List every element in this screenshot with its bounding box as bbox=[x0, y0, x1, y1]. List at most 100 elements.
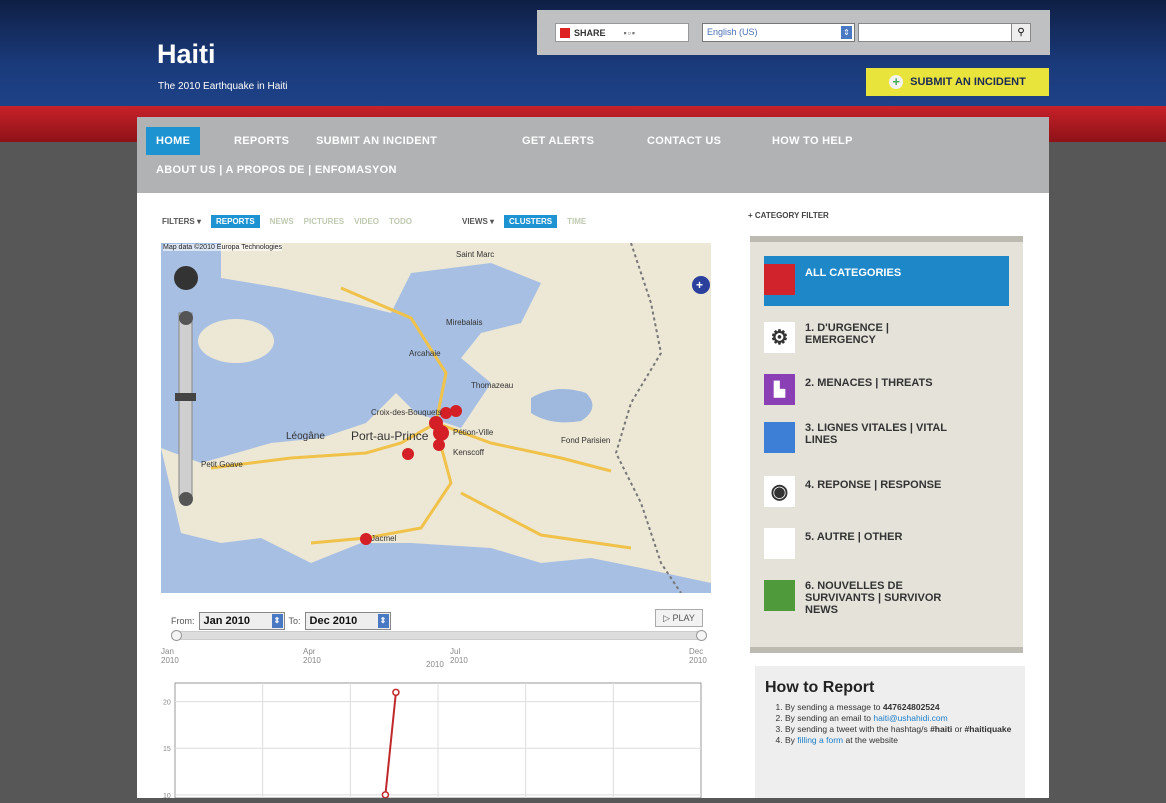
filters-row: FILTERS ▾ REPORTS NEWS PICTURES VIDEO TO… bbox=[162, 215, 586, 228]
nav-about-us[interactable]: ABOUT US | A PROPOS DE | ENFOMASYON bbox=[156, 164, 397, 176]
list-item: By sending a message to 447624802524 bbox=[785, 702, 1025, 713]
step-text: By sending a tweet with the hashtag/s bbox=[785, 724, 931, 734]
category-other[interactable]: 5. AUTRE | OTHER bbox=[764, 528, 1009, 559]
play-button[interactable]: ▷ PLAY bbox=[655, 609, 703, 627]
slider-handle-start[interactable] bbox=[171, 630, 182, 641]
category-swatch bbox=[764, 422, 795, 453]
view-time[interactable]: TIME bbox=[567, 217, 586, 226]
category-vital-lines[interactable]: 3. LIGNES VITALES | VITAL LINES bbox=[764, 422, 1009, 453]
timeline-slider[interactable] bbox=[171, 630, 707, 641]
search-input[interactable] bbox=[858, 23, 1016, 42]
hashtag: #haitiquake bbox=[964, 724, 1012, 734]
nav-home[interactable]: HOME bbox=[146, 127, 201, 155]
category-survivor-news[interactable]: 6. NOUVELLES DE SURVIVANTS | SURVIVOR NE… bbox=[764, 580, 1009, 616]
nav-how-to-help[interactable]: HOW TO HELP bbox=[772, 135, 853, 147]
map[interactable]: Port-au-Prince Léogâne Croix-des-Bouquet… bbox=[161, 243, 711, 593]
tick-month: Jan bbox=[161, 647, 174, 656]
timeline-chart-svg: 20 15 10 bbox=[163, 682, 702, 800]
category-all[interactable]: ALL CATEGORIES bbox=[764, 264, 1009, 295]
views-label-text: VIEWS bbox=[462, 217, 488, 226]
view-clusters[interactable]: CLUSTERS bbox=[504, 215, 558, 228]
category-label: 1. D'URGENCE | EMERGENCY bbox=[805, 322, 889, 346]
step-text: By sending an email to bbox=[785, 713, 874, 723]
filter-reports[interactable]: REPORTS bbox=[211, 215, 260, 228]
filter-news[interactable]: NEWS bbox=[270, 217, 294, 226]
language-select[interactable]: English (US) ⇕ bbox=[702, 23, 855, 42]
report-marker[interactable] bbox=[433, 425, 449, 441]
report-marker[interactable] bbox=[433, 439, 445, 451]
report-marker[interactable] bbox=[440, 407, 452, 419]
step-text: By bbox=[785, 735, 798, 745]
report-marker[interactable] bbox=[402, 448, 414, 460]
zoom-handle[interactable] bbox=[175, 393, 196, 401]
map-label: Arcahaie bbox=[409, 349, 441, 358]
how-to-report-box: How to Report By sending a message to 44… bbox=[755, 666, 1025, 798]
timeline-tick: Jan 2010 bbox=[161, 647, 179, 665]
submit-incident-button[interactable]: + SUBMIT AN INCIDENT bbox=[866, 68, 1049, 96]
views-label: VIEWS ▾ bbox=[462, 217, 494, 226]
tick-year: 2010 bbox=[303, 656, 321, 665]
report-marker[interactable] bbox=[450, 405, 462, 417]
map-canvas[interactable]: Port-au-Prince Léogâne Croix-des-Bouquet… bbox=[161, 243, 711, 593]
how-to-report-title: How to Report bbox=[765, 679, 875, 696]
chart-icon: ▙ bbox=[764, 374, 795, 405]
site-title[interactable]: Haiti bbox=[157, 39, 216, 70]
category-label: 5. AUTRE | OTHER bbox=[805, 531, 903, 543]
category-response[interactable]: ◉ 4. REPONSE | RESPONSE bbox=[764, 476, 1009, 507]
nav-contact-us[interactable]: CONTACT US bbox=[647, 135, 721, 147]
from-select[interactable]: Jan 2010 ⇕ bbox=[198, 612, 285, 630]
category-label: 2. MENACES | THREATS bbox=[805, 377, 933, 389]
filter-pictures[interactable]: PICTURES bbox=[304, 217, 344, 226]
zoom-out-icon[interactable] bbox=[179, 492, 193, 506]
map-label: Jacmel bbox=[371, 534, 397, 543]
tick-month: Apr bbox=[303, 647, 316, 656]
to-label: To: bbox=[288, 616, 301, 626]
share-button[interactable]: SHARE ▪▫▪ bbox=[555, 23, 689, 42]
dropdown-arrow-icon: ▾ bbox=[196, 217, 201, 226]
category-label: 6. NOUVELLES DE SURVIVANTS | SURVIVOR NE… bbox=[805, 580, 942, 616]
map-add-glyph: + bbox=[696, 278, 703, 292]
email-link[interactable]: haiti@ushahidi.com bbox=[873, 713, 947, 723]
map-label: Croix-des-Bouquets bbox=[371, 408, 442, 417]
tick-month: Dec bbox=[689, 647, 704, 656]
to-select[interactable]: Dec 2010 ⇕ bbox=[304, 612, 391, 630]
map-label: Pétion-Ville bbox=[453, 428, 494, 437]
how-to-report-list: By sending a message to 447624802524 By … bbox=[769, 702, 1025, 746]
timeline-chart: 20 15 10 bbox=[161, 675, 711, 800]
dropdown-arrow-icon: ▾ bbox=[490, 217, 495, 226]
step-text: at the website bbox=[843, 735, 898, 745]
zoom-in-icon[interactable] bbox=[179, 311, 193, 325]
map-label: Kenscoff bbox=[453, 448, 485, 457]
nav-submit-incident[interactable]: SUBMIT AN INCIDENT bbox=[316, 135, 437, 147]
category-swatch bbox=[764, 528, 795, 559]
y-tick-label: 15 bbox=[163, 746, 171, 753]
step-text: or bbox=[952, 724, 965, 734]
category-panel: ALL CATEGORIES ⚙ 1. D'URGENCE | EMERGENC… bbox=[750, 236, 1023, 653]
filter-todo[interactable]: TODO bbox=[389, 217, 412, 226]
nav-reports[interactable]: REPORTS bbox=[234, 135, 289, 147]
form-link[interactable]: filling a form bbox=[797, 735, 843, 745]
category-label: 3. LIGNES VITALES | VITAL LINES bbox=[805, 422, 947, 446]
sms-number: 447624802524 bbox=[882, 702, 940, 712]
slider-handle-end[interactable] bbox=[696, 630, 707, 641]
island bbox=[198, 319, 274, 363]
search-button[interactable]: ⚲ bbox=[1011, 23, 1031, 42]
list-item: By filling a form at the website bbox=[785, 735, 1025, 746]
zoom-slider[interactable] bbox=[178, 312, 193, 499]
pan-control-icon[interactable] bbox=[174, 266, 198, 290]
map-attribution: Map data ©2010 Europa Technologies bbox=[163, 244, 283, 251]
map-label: Léogâne bbox=[286, 431, 325, 442]
nav-get-alerts[interactable]: GET ALERTS bbox=[522, 135, 594, 147]
play-label: PLAY bbox=[672, 613, 695, 623]
filter-video[interactable]: VIDEO bbox=[354, 217, 379, 226]
category-filter-header[interactable]: + CATEGORY FILTER bbox=[748, 211, 829, 220]
submit-incident-label: SUBMIT AN INCIDENT bbox=[910, 76, 1026, 88]
tick-month: Jul bbox=[450, 647, 461, 656]
filters-label-text: FILTERS bbox=[162, 217, 195, 226]
hashtag: #haiti bbox=[930, 724, 953, 734]
gear-icon: ⚙ bbox=[764, 322, 795, 353]
category-threats[interactable]: ▙ 2. MENACES | THREATS bbox=[764, 374, 1009, 405]
category-swatch bbox=[764, 264, 795, 295]
from-label: From: bbox=[171, 616, 195, 626]
category-emergency[interactable]: ⚙ 1. D'URGENCE | EMERGENCY bbox=[764, 322, 1009, 353]
